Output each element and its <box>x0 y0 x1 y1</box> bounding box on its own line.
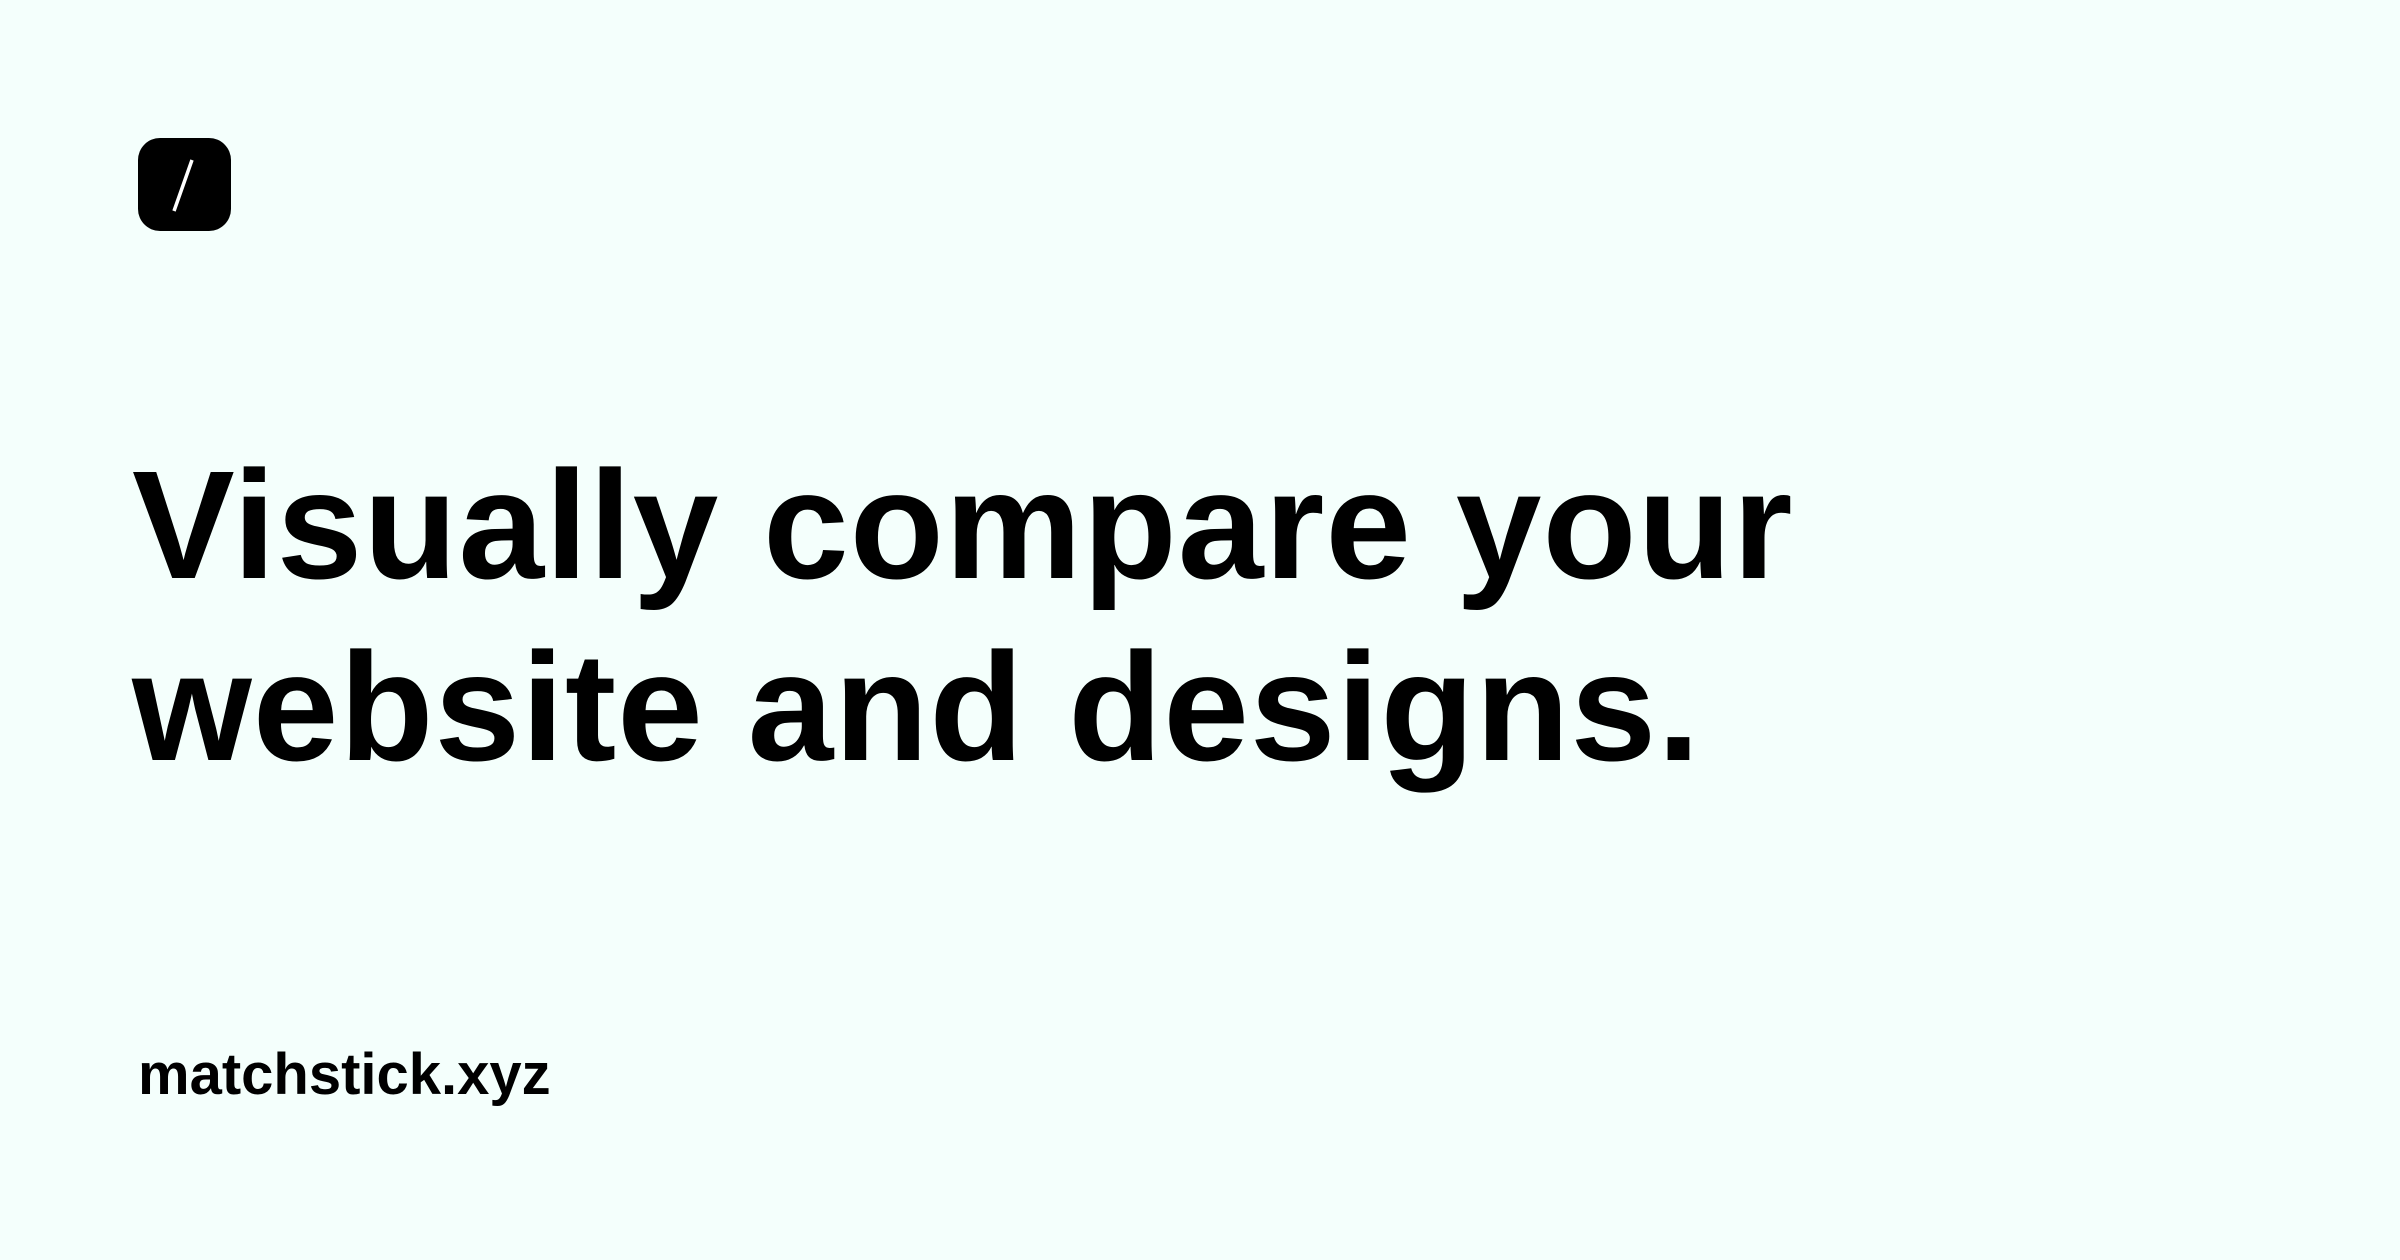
logo <box>138 138 231 231</box>
slash-icon <box>172 159 194 212</box>
headline: Visually compare your website and design… <box>132 434 2282 798</box>
headline-line-2: website and designs. <box>132 621 1701 793</box>
page: { "logo": { "icon": "slash-icon", "backg… <box>0 0 2400 1260</box>
site-domain: matchstick.xyz <box>138 1042 551 1107</box>
headline-line-1: Visually compare your <box>132 439 1794 611</box>
